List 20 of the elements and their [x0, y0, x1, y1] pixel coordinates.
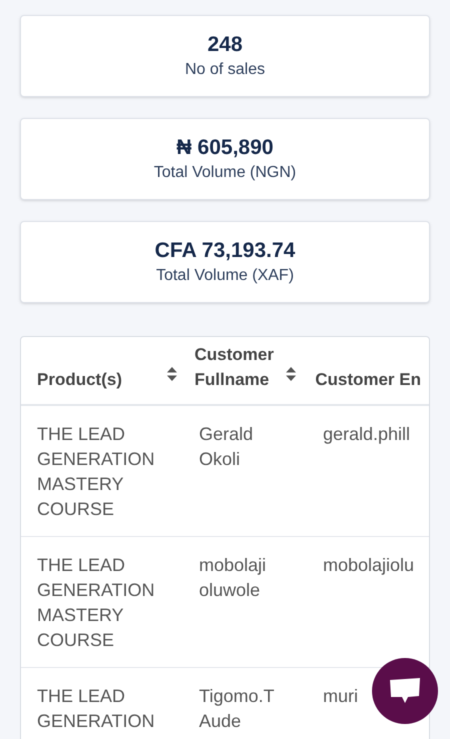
stat-value: 248 [207, 32, 243, 58]
table-cell-text: Tigomo.T Aude [199, 685, 276, 733]
table-cell-text: mobolajiolu [323, 554, 414, 577]
table-cell-text: Gerald Okoli [199, 423, 254, 471]
stat-label: No of sales [184, 60, 266, 80]
table-cell-text: THE LEAD GENERATION MASTERY COURSE [37, 554, 156, 652]
table-cell-text: muri [323, 685, 358, 708]
table-cell-text: THE LEAD GENERATION [37, 685, 156, 733]
sort-icon[interactable] [166, 366, 178, 382]
column-header: Customer Fullname [194, 344, 275, 391]
sort-icon[interactable] [285, 366, 298, 382]
column-header: Product(s) [37, 369, 122, 391]
table-cell-text: mobolaji oluwole [199, 554, 268, 602]
stat-value: CFA 73,193.74 [154, 238, 296, 264]
stat-value: ₦ 605,890 [176, 135, 274, 161]
stat-label: Total Volume (XAF) [156, 266, 294, 286]
table-cell-text: THE LEAD GENERATION MASTERY COURSE [37, 423, 156, 521]
table-cell-text: gerald.phill [323, 423, 410, 446]
column-header: Customer En [315, 369, 421, 391]
stat-label: Total Volume (NGN) [154, 163, 296, 183]
